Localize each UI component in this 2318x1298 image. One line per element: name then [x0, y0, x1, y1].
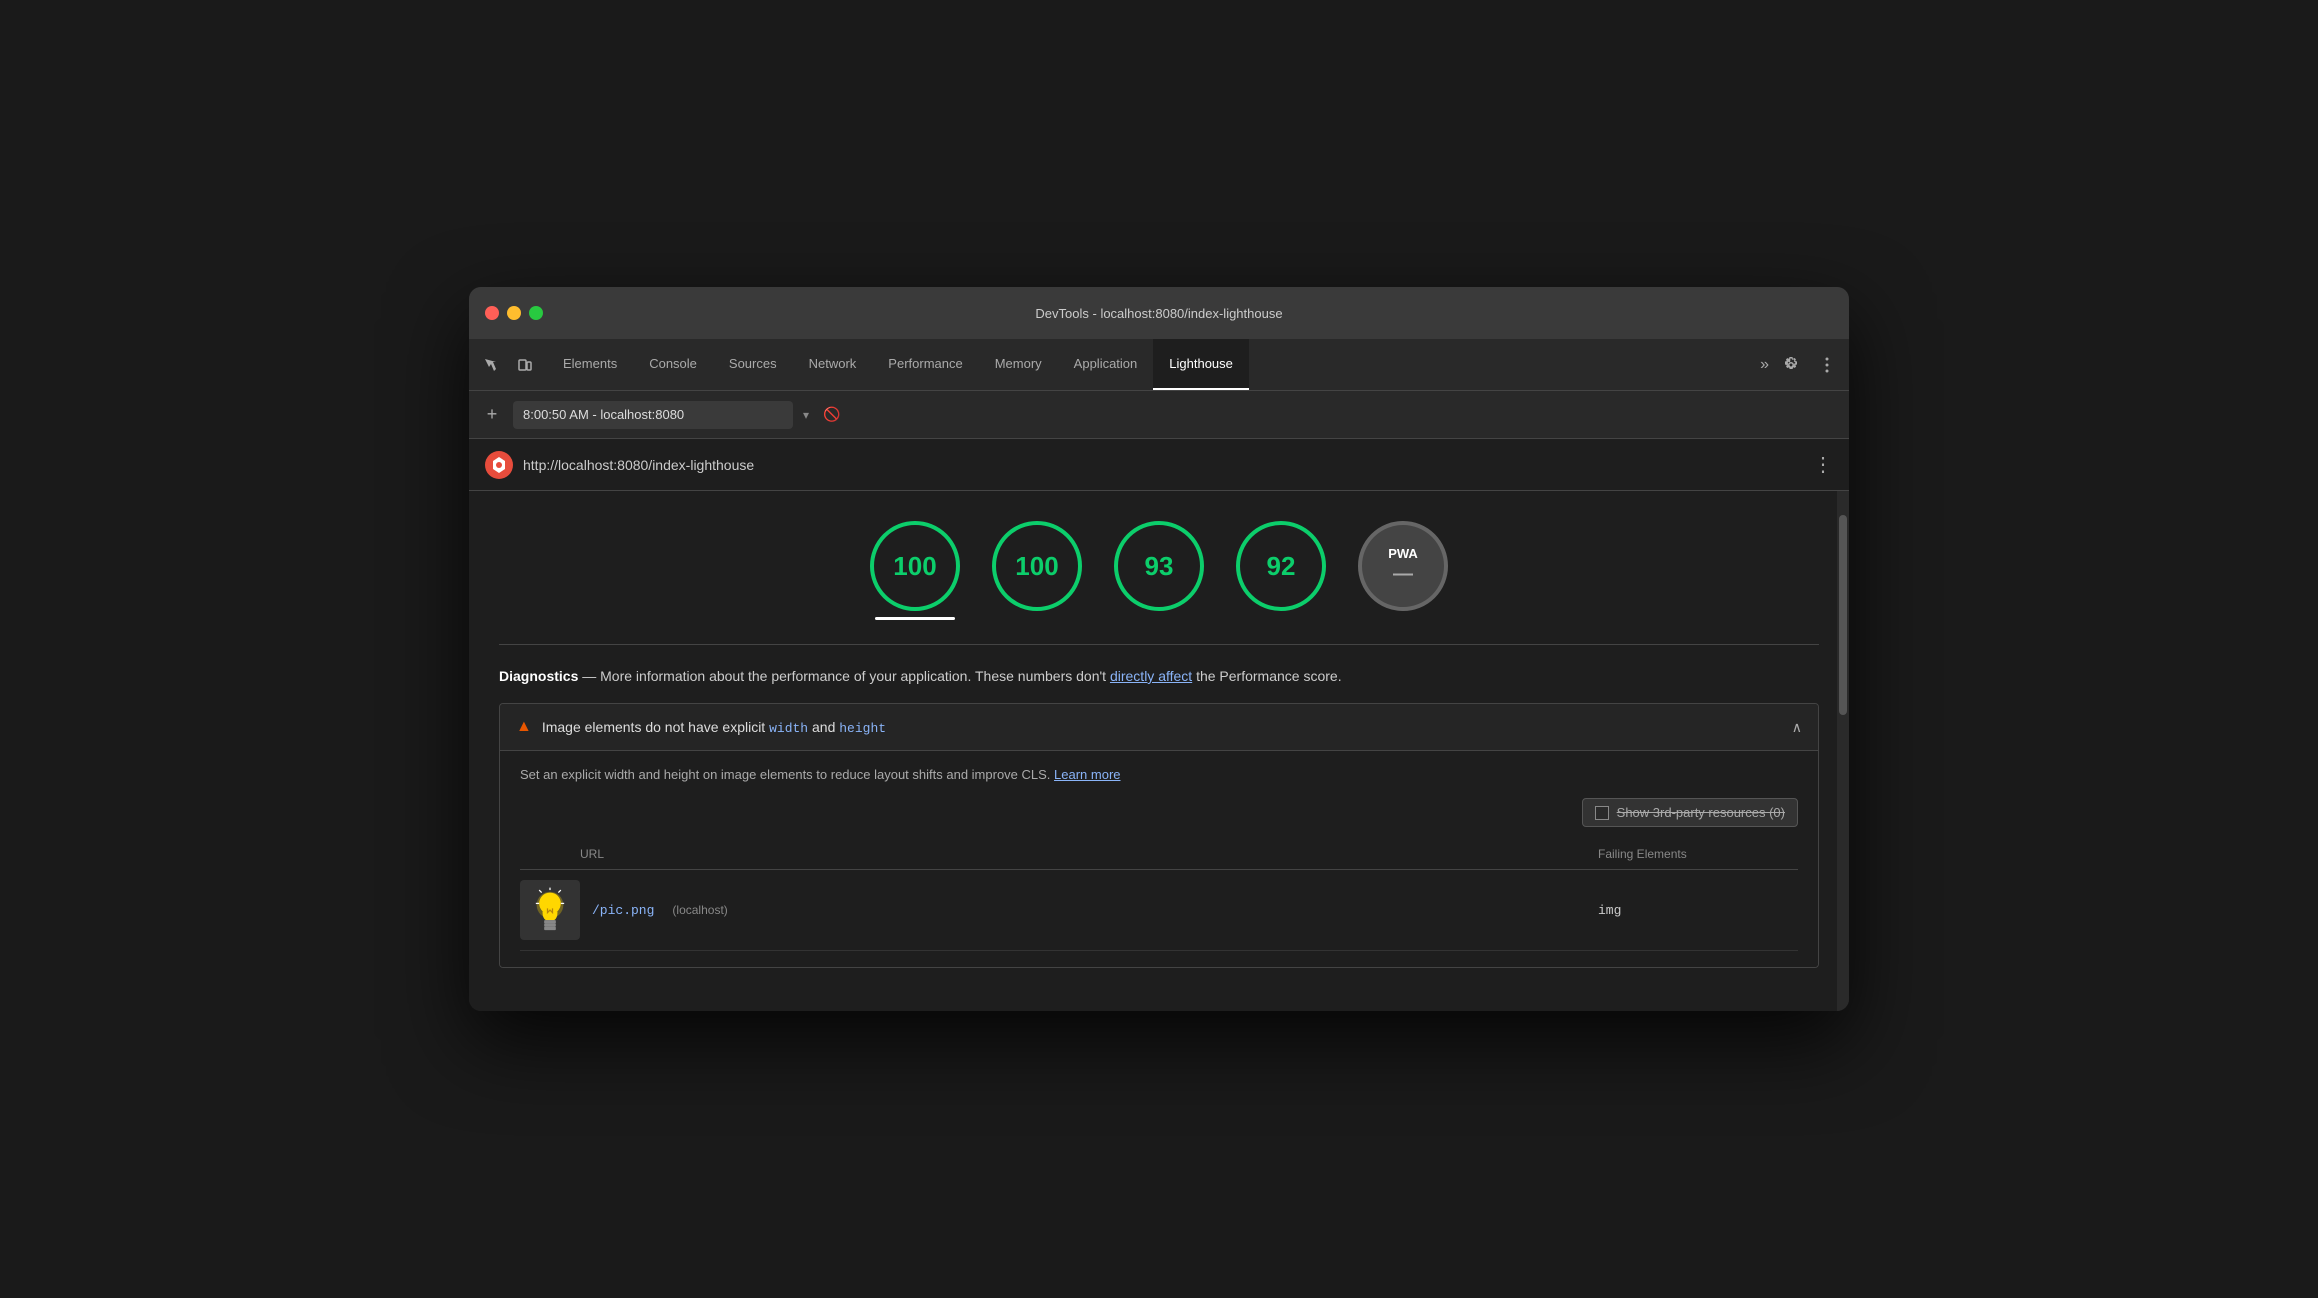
tab-lighthouse[interactable]: Lighthouse [1153, 339, 1249, 390]
score-active-underline [875, 617, 955, 620]
score-accessibility-wrapper: 100 [992, 521, 1082, 620]
maximize-button[interactable] [529, 306, 543, 320]
table-header: URL Failing Elements [520, 843, 1798, 870]
table-url-cell: /pic.png (localhost) [520, 880, 1598, 940]
warning-collapse-icon[interactable]: ∧ [1792, 719, 1802, 736]
tab-network[interactable]: Network [793, 339, 873, 390]
result-table: URL Failing Elements [520, 843, 1798, 951]
tab-performance[interactable]: Performance [872, 339, 978, 390]
score-pwa-wrapper: PWA — [1358, 521, 1448, 620]
learn-more-link[interactable]: Learn more [1054, 767, 1120, 782]
dropdown-arrow-icon[interactable]: ▾ [803, 408, 809, 422]
header-more-options[interactable]: ⋮ [1813, 452, 1833, 477]
title-bar: DevTools - localhost:8080/index-lighthou… [469, 287, 1849, 339]
third-party-label: Show 3rd-party resources (0) [1617, 805, 1785, 820]
warning-body: Set an explicit width and height on imag… [500, 751, 1818, 967]
col-header-url: URL [520, 847, 1598, 861]
warning-code-height: height [839, 721, 886, 736]
score-performance[interactable]: 100 [870, 521, 960, 611]
address-bar: + ▾ 🚫 [469, 391, 1849, 439]
score-best-practices-wrapper: 93 [1114, 521, 1204, 620]
scores-divider [499, 644, 1819, 645]
score-seo[interactable]: 92 [1236, 521, 1326, 611]
third-party-row: Show 3rd-party resources (0) [520, 798, 1798, 827]
resource-origin: (localhost) [672, 903, 727, 917]
more-options-icon[interactable] [1813, 351, 1841, 379]
add-tab-button[interactable]: + [481, 404, 503, 426]
no-entry-icon: 🚫 [823, 406, 840, 423]
scrollbar-thumb[interactable] [1839, 515, 1847, 715]
devtools-left-icons [477, 351, 539, 379]
warning-title: Image elements do not have explicit widt… [542, 719, 1782, 736]
warning-section: ▲ Image elements do not have explicit wi… [499, 703, 1819, 968]
tab-sources[interactable]: Sources [713, 339, 793, 390]
third-party-checkbox-btn[interactable]: Show 3rd-party resources (0) [1582, 798, 1798, 827]
warning-code-width: width [769, 721, 808, 736]
tab-application[interactable]: Application [1058, 339, 1154, 390]
score-performance-wrapper: 100 [870, 521, 960, 620]
warning-header[interactable]: ▲ Image elements do not have explicit wi… [500, 704, 1818, 751]
device-icon[interactable] [511, 351, 539, 379]
address-input[interactable] [513, 401, 793, 429]
tabs-right-icons [1777, 351, 1841, 379]
score-accessibility[interactable]: 100 [992, 521, 1082, 611]
score-seo-wrapper: 92 [1236, 521, 1326, 620]
more-tabs-button[interactable]: » [1752, 356, 1777, 374]
image-thumbnail [520, 880, 580, 940]
table-row: /pic.png (localhost) img [520, 870, 1798, 951]
col-header-failing: Failing Elements [1598, 847, 1798, 861]
window-title: DevTools - localhost:8080/index-lighthou… [1035, 306, 1282, 321]
lighthouse-header: http://localhost:8080/index-lighthouse ⋮ [469, 439, 1849, 491]
pwa-dash: — [1393, 563, 1413, 586]
main-content: 100 100 93 92 [469, 491, 1849, 1011]
devtools-window: DevTools - localhost:8080/index-lighthou… [469, 287, 1849, 1011]
warning-description: Set an explicit width and height on imag… [520, 767, 1798, 782]
score-pwa[interactable]: PWA — [1358, 521, 1448, 611]
tab-memory[interactable]: Memory [979, 339, 1058, 390]
tab-console[interactable]: Console [633, 339, 713, 390]
diagnostics-desc2: the Performance score. [1196, 668, 1342, 684]
tabs-list: Elements Console Sources Network Perform… [547, 339, 1752, 390]
settings-icon[interactable] [1777, 351, 1805, 379]
diagnostics-title: Diagnostics [499, 668, 578, 684]
third-party-checkbox[interactable] [1595, 806, 1609, 820]
inspect-icon[interactable] [477, 351, 505, 379]
tab-elements[interactable]: Elements [547, 339, 633, 390]
lighthouse-logo [485, 451, 513, 479]
close-button[interactable] [485, 306, 499, 320]
scores-row: 100 100 93 92 [499, 511, 1819, 620]
minimize-button[interactable] [507, 306, 521, 320]
resource-url-link[interactable]: /pic.png [592, 903, 654, 918]
tabs-bar: Elements Console Sources Network Perform… [469, 339, 1849, 391]
diagnostics-desc: — More information about the performance… [582, 668, 1110, 684]
lighthouse-url: http://localhost:8080/index-lighthouse [523, 457, 754, 473]
score-best-practices[interactable]: 93 [1114, 521, 1204, 611]
table-failing-cell: img [1598, 903, 1798, 918]
diagnostics-section: Diagnostics — More information about the… [499, 665, 1819, 687]
directly-affect-link[interactable]: directly affect [1110, 668, 1192, 684]
traffic-lights [485, 306, 543, 320]
scrollbar-track[interactable] [1837, 491, 1849, 1011]
warning-triangle-icon: ▲ [516, 718, 532, 736]
